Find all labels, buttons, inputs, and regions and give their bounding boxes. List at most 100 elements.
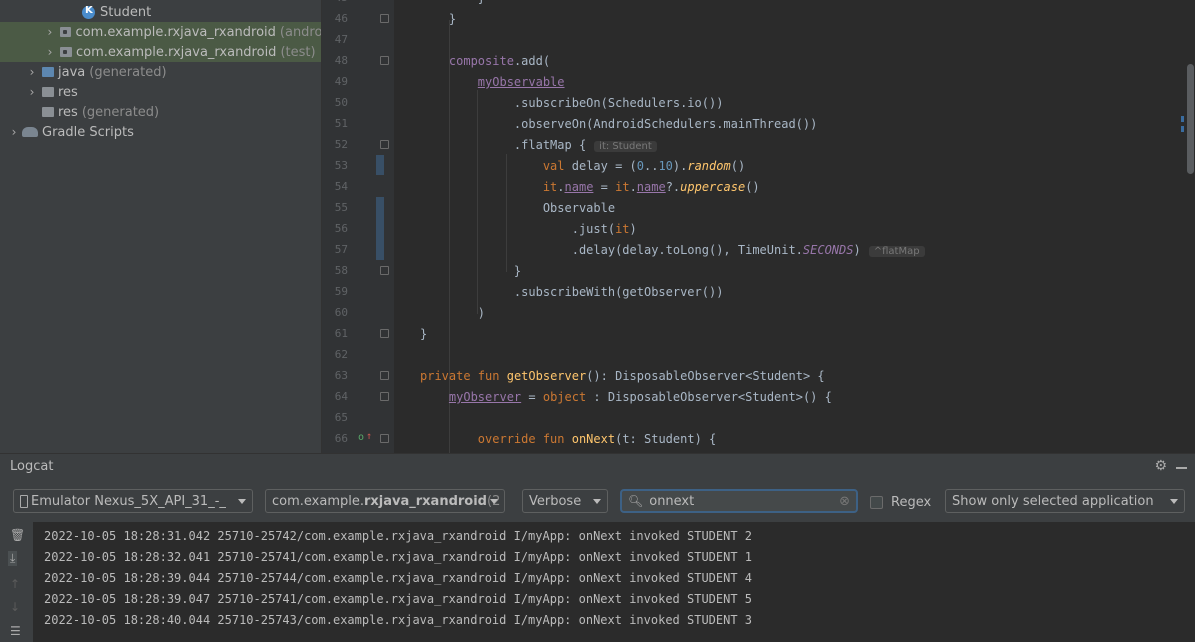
log-output[interactable]: 2022-10-05 18:28:31.042 25710-25742/com.…	[44, 526, 752, 631]
res-folder-icon	[42, 107, 54, 117]
line-number: 61	[334, 327, 348, 340]
code-line: val delay = (0..10).random()	[542, 159, 746, 173]
checkbox-icon[interactable]	[870, 496, 883, 509]
line-number: 62	[334, 348, 348, 361]
search-field[interactable]: 🔍︎ ⊗	[620, 489, 858, 513]
clear-icon[interactable]: ⊗	[839, 494, 850, 509]
chevron-down-icon	[1170, 499, 1178, 504]
process-select[interactable]: com.example. rxjava_rxandroid (2	[265, 489, 505, 513]
fold-icon[interactable]	[380, 14, 389, 23]
regex-checkbox[interactable]: Regex	[870, 495, 931, 510]
tree-item-java-generated[interactable]: › java (generated)	[0, 62, 321, 82]
code-line: .flatMap {it: Student	[420, 138, 657, 152]
chevron-right-icon[interactable]: ›	[8, 125, 20, 139]
filter-label: Show only selected application	[952, 493, 1154, 509]
soft-wrap-icon[interactable]: ☰	[10, 624, 21, 638]
fold-icon[interactable]	[380, 329, 389, 338]
panel-title: Logcat	[10, 459, 54, 474]
trash-icon[interactable]: 🗑︎	[10, 528, 25, 542]
tree-item-student[interactable]: Student	[0, 2, 321, 22]
minimize-icon[interactable]	[1176, 467, 1187, 469]
phone-icon	[20, 494, 28, 508]
log-line: 2022-10-05 18:28:40.044 25710-25743/com.…	[44, 613, 753, 627]
gradle-icon	[22, 127, 38, 137]
implement-icon[interactable]: o	[358, 432, 364, 443]
chevron-down-icon	[238, 499, 246, 504]
tree-item-res[interactable]: › res	[0, 82, 321, 102]
arrow-up-icon[interactable]: ↑	[10, 577, 20, 591]
log-level-select[interactable]: Verbose	[522, 489, 608, 513]
logcat-toolbar: Emulator Nexus_5X_API_31_-_ com.example.…	[0, 480, 1195, 522]
log-line: 2022-10-05 18:28:39.047 25710-25741/com.…	[44, 592, 753, 606]
code-line: }	[420, 327, 428, 341]
line-number: 50	[334, 96, 348, 109]
line-number: 63	[334, 369, 348, 382]
scroll-marker[interactable]	[1181, 126, 1184, 132]
fold-icon[interactable]	[380, 266, 389, 275]
line-number: 51	[334, 117, 348, 130]
chevron-down-icon	[593, 499, 601, 504]
line-number: 47	[334, 33, 348, 46]
fold-icon[interactable]	[380, 392, 389, 401]
logcat-panel: Logcat ⚙ Emulator Nexus_5X_API_31_-_ com…	[0, 453, 1195, 642]
tree-item-label: Gradle Scripts	[42, 124, 134, 140]
gear-icon[interactable]: ⚙	[1154, 458, 1167, 474]
search-icon: 🔍︎	[628, 494, 644, 508]
code-line: .observeOn(AndroidSchedulers.mainThread(…	[420, 117, 818, 131]
tree-item-res-generated[interactable]: res (generated)	[0, 102, 321, 122]
line-number: 53	[334, 159, 348, 172]
fold-icon[interactable]	[380, 140, 389, 149]
code-line: .subscribeWith(getObserver())	[420, 285, 724, 299]
line-number: 46	[334, 12, 348, 25]
chevron-right-icon[interactable]: ›	[26, 65, 38, 79]
log-line: 2022-10-05 18:28:31.042 25710-25742/com.…	[44, 529, 753, 543]
log-line: 2022-10-05 18:28:39.044 25710-25744/com.…	[44, 571, 753, 585]
vcs-change-marker[interactable]	[376, 155, 384, 175]
java-folder-icon	[42, 67, 54, 77]
fold-icon[interactable]	[380, 371, 389, 380]
process-name: rxjava_rxandroid	[363, 493, 487, 509]
code-line: }	[420, 264, 522, 278]
code-line: override fun onNext(t: Student) {	[477, 432, 717, 446]
line-number: 65	[334, 411, 348, 424]
line-number: 64	[334, 390, 348, 403]
chevron-right-icon[interactable]: ›	[44, 45, 56, 59]
chevron-right-icon[interactable]: ›	[44, 25, 56, 39]
fold-icon[interactable]	[380, 56, 389, 65]
tree-item-android-test-package[interactable]: › com.example.rxjava_rxandroid (androidT…	[0, 22, 321, 42]
scroll-to-end-icon[interactable]: ⤓	[8, 551, 18, 566]
filter-select[interactable]: Show only selected application	[945, 489, 1185, 513]
device-select[interactable]: Emulator Nexus_5X_API_31_-_	[13, 489, 253, 513]
arrow-down-icon[interactable]: ↓	[10, 600, 20, 614]
line-number: 66	[334, 432, 348, 445]
tree-item-test-package[interactable]: › com.example.rxjava_rxandroid (test)	[0, 42, 321, 62]
code-line: .just(it)	[420, 222, 637, 236]
tree-item-label: Student	[100, 4, 152, 20]
code-editor[interactable]: o ↑ 45 46 47 48 49 50 51 52 53 54 55 56 …	[321, 0, 1195, 453]
search-input[interactable]	[649, 493, 820, 509]
project-tree: Student › com.example.rxjava_rxandroid (…	[0, 0, 321, 453]
line-number: 45	[322, 0, 348, 4]
line-number: 59	[334, 285, 348, 298]
code-line: private fun getObserver(): DisposableObs…	[420, 369, 825, 383]
override-arrow-icon[interactable]: ↑	[366, 431, 372, 442]
line-number: 57	[334, 243, 348, 256]
chevron-right-icon[interactable]: ›	[26, 85, 38, 99]
tree-item-gradle-scripts[interactable]: › Gradle Scripts	[0, 122, 321, 142]
inlay-hint: it: Student	[594, 141, 657, 152]
code-line: )	[420, 306, 486, 320]
code-line: composite.add(	[448, 54, 551, 68]
kotlin-class-icon	[82, 5, 95, 19]
line-number: 52	[334, 138, 348, 151]
tree-item-label: res	[58, 104, 78, 120]
code-line: .subscribeOn(Schedulers.io())	[420, 96, 724, 110]
logcat-side-toolbar: 🗑︎ ⤓ ↑ ↓ ☰	[0, 522, 33, 642]
log-level-label: Verbose	[529, 493, 582, 509]
editor-scrollbar[interactable]	[1187, 64, 1194, 174]
scroll-marker[interactable]	[1181, 116, 1184, 122]
package-icon	[59, 27, 72, 37]
fold-icon[interactable]	[380, 434, 389, 443]
line-number: 56	[334, 222, 348, 235]
regex-label: Regex	[891, 495, 932, 510]
vcs-change-marker[interactable]	[376, 197, 384, 260]
